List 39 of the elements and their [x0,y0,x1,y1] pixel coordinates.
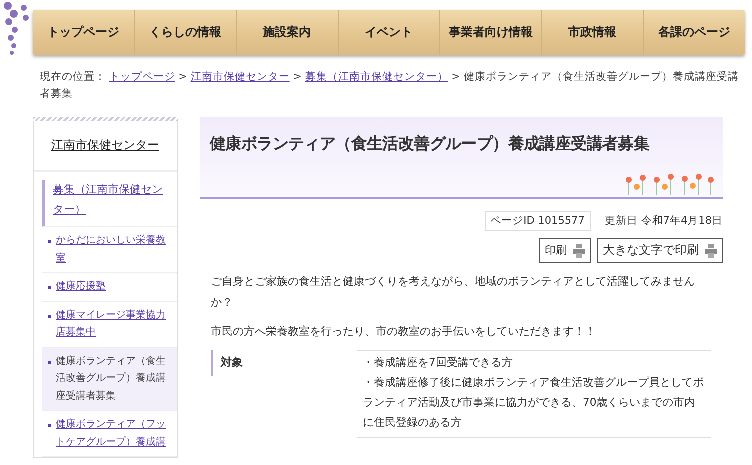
sidebar-heading-link[interactable]: 江南市保健センター [52,138,160,152]
printer-icon [705,244,717,258]
sidebar-item-link[interactable]: からだにおいしい栄養教室 [56,232,173,267]
page-id: ページID 1015577 [484,211,591,231]
nav-tab[interactable]: 各課のページ [643,10,746,55]
print-button[interactable]: 大きな文字で印刷 [597,238,723,263]
nav-tab[interactable]: イベント [338,10,440,55]
printer-icon [573,244,585,258]
sidebar-item[interactable]: 健康応援塾 [42,273,177,302]
bullet-icon [48,240,51,243]
updated-date: 更新日 令和7年4月18日 [604,214,723,228]
table-label: 対象 [211,350,357,376]
sidebar-item[interactable]: 健康ボランティア（フットケアグループ）養成講 [42,411,177,457]
sidebar-item-link[interactable]: 健康応援塾 [56,278,106,296]
bullet-icon [48,314,51,318]
body-paragraph: 市民の方へ栄養教室を行ったり、市の教室のお手伝いをしていただきます！！ [211,324,597,340]
bullet-icon [48,360,51,364]
breadcrumb-link[interactable]: トップページ [109,71,176,83]
table-value-line: ・養成講座を7回受講できる方 [363,355,514,371]
table-value-line: ・養成講座修了後に健康ボランティア食生活改善グループ員としてボランティア活動及び市事業に協力ができる、70歳くらいまでの市内に住民登録のある方 [363,375,705,431]
nav-tab[interactable]: トップページ [33,10,134,55]
breadcrumb-link[interactable]: 募集（江南市保健センター） [305,71,448,83]
breadcrumb: 現在の位置： トップページ > 江南市保健センター > 募集（江南市保健センター） > 健康ボランティア（食生活改善グループ）養成講座受講者募集 [40,70,740,102]
bullet-icon [48,424,51,427]
body-paragraph: ご自身とご家族の食生活と健康づくりを考えながら、地域のボランティアとして活躍してみませんか？ [211,274,696,311]
nav-tab[interactable]: 市政情報 [541,10,644,55]
nav-tab[interactable]: 施設案内 [236,10,338,55]
bullet-icon [48,286,51,289]
sidebar-item[interactable]: 健康ボランティア（食生活改善グループ）養成講座受講者募集 [42,348,177,411]
sidebar-item-label: 健康ボランティア（食生活改善グループ）養成講座受講者募集 [56,354,167,404]
sidebar-item-link[interactable]: 健康ボランティア（フットケアグループ）養成講 [56,416,173,451]
nav-tab[interactable]: 事業者向け情報 [439,10,542,55]
page-title: 健康ボランティア（食生活改善グループ）養成講座受講者募集 [210,133,651,155]
sidebar-item-link[interactable]: 健康マイレージ事業協力店募集中 [56,306,173,342]
print-button[interactable]: 印刷 [539,238,591,263]
nav-tab[interactable]: くらしの情報 [134,10,236,55]
sidebar-section-link[interactable]: 募集（江南市保健センター） [53,180,173,220]
sidebar-item[interactable]: からだにおいしい栄養教室 [42,227,177,273]
breadcrumb-link[interactable]: 江南市保健センター [190,71,290,83]
